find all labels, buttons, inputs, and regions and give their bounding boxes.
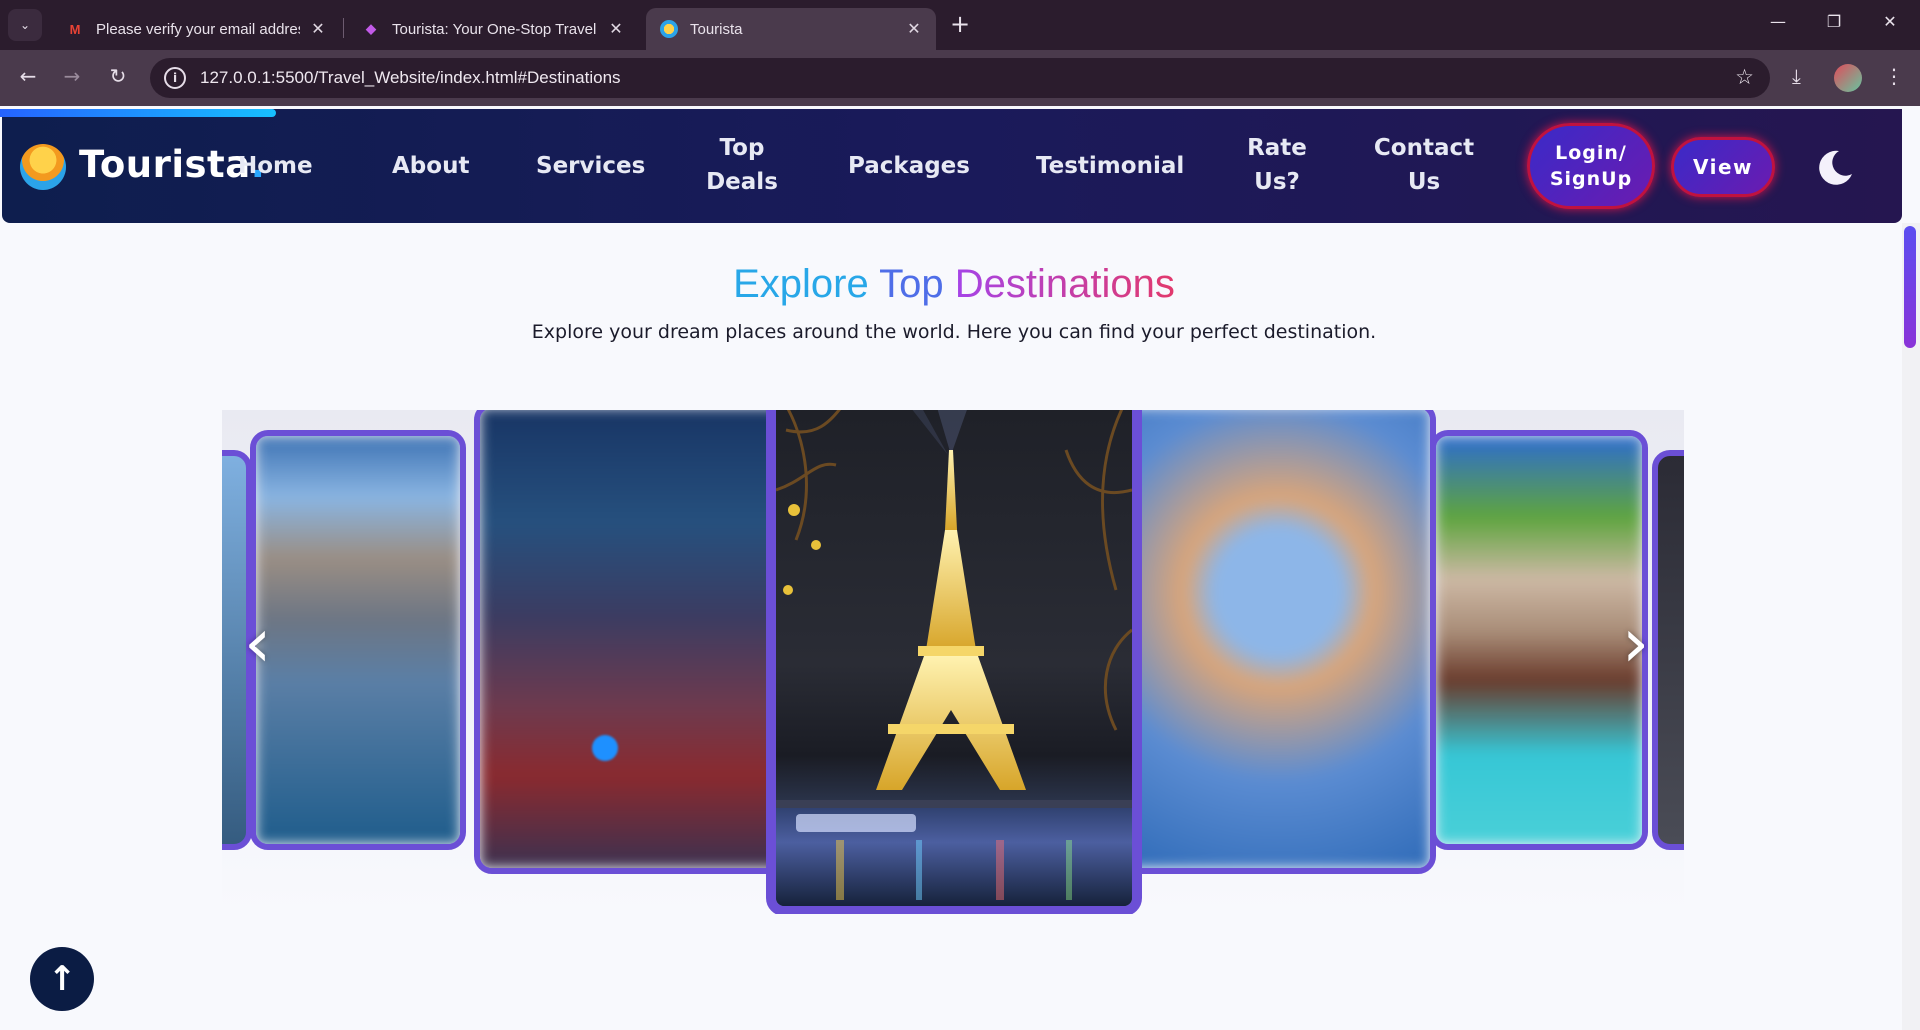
- scroll-progress-bar: [0, 109, 276, 117]
- brand-name: Tourista: [79, 143, 251, 186]
- nav-top-deals[interactable]: Top Deals: [702, 131, 782, 199]
- tab-tourista-solution[interactable]: ◆ Tourista: Your One-Stop Travel Solutio…: [348, 8, 638, 50]
- nav-rate-us[interactable]: Rate Us?: [1237, 131, 1317, 199]
- address-bar[interactable]: i 127.0.0.1:5500/Travel_Website/index.ht…: [150, 58, 1770, 98]
- slide-edge-right[interactable]: [1652, 450, 1684, 850]
- carousel-prev-arrow[interactable]: ‹: [244, 610, 271, 678]
- section-subtitle: Explore your dream places around the wor…: [531, 321, 1377, 343]
- scroll-to-top-button[interactable]: ↑: [30, 947, 94, 1011]
- browser-toolbar: ← → ↻ i 127.0.0.1:5500/Travel_Website/in…: [0, 50, 1920, 106]
- tourista-icon: ◆: [366, 21, 376, 36]
- tourista-icon: [660, 20, 678, 38]
- download-icon[interactable]: ⤓: [1792, 64, 1801, 88]
- browser-tabbar: ⌄ M Please verify your email address ✕ ◆…: [0, 0, 1920, 50]
- title-part-destinations: Destinations: [954, 262, 1175, 306]
- reload-icon[interactable]: ↻: [104, 64, 132, 88]
- slide-ferris-wheel[interactable]: [1120, 410, 1436, 874]
- eiffel-tower-image: [776, 410, 1132, 906]
- nav-packages[interactable]: Packages: [848, 149, 970, 183]
- title-part-top: Top: [879, 262, 944, 306]
- mountain-lake-image: [256, 436, 460, 844]
- gmail-icon: M: [69, 21, 81, 37]
- slide-mountain-lake[interactable]: [250, 430, 466, 850]
- slide-new-york[interactable]: [474, 410, 790, 874]
- carousel-next-arrow[interactable]: ›: [1622, 610, 1649, 678]
- tab-title: Please verify your email address: [96, 20, 300, 38]
- nav-contact-us[interactable]: Contact Us: [1372, 131, 1476, 199]
- nav-services[interactable]: Services: [536, 149, 645, 183]
- logo-icon: [20, 144, 66, 190]
- tab-title: Tourista: [690, 20, 743, 38]
- tab-separator: [343, 18, 344, 38]
- destinations-carousel: ‹ ›: [222, 410, 1684, 914]
- title-part-explore: Explore: [733, 262, 869, 306]
- window-close-icon[interactable]: ✕: [1870, 12, 1910, 31]
- tab-title: Tourista: Your One-Stop Travel Solution: [392, 20, 598, 38]
- close-icon[interactable]: ✕: [904, 19, 924, 39]
- tab-tourista[interactable]: Tourista ✕: [646, 8, 936, 50]
- forward-icon[interactable]: →: [58, 64, 86, 88]
- nav-home[interactable]: Home: [238, 149, 313, 183]
- new-york-image: [480, 410, 784, 868]
- url-text: 127.0.0.1:5500/Travel_Website/index.html…: [200, 68, 621, 87]
- bungalows-image: [1436, 436, 1642, 844]
- menu-icon[interactable]: ⋮: [1884, 64, 1904, 88]
- moon-icon[interactable]: [1815, 148, 1855, 188]
- cursor-dot: [592, 735, 618, 761]
- eiffel-tower-illustration: [776, 410, 1132, 906]
- view-button[interactable]: View: [1671, 137, 1775, 197]
- new-tab-button[interactable]: +: [950, 12, 970, 36]
- tab-list-button[interactable]: ⌄: [8, 9, 42, 41]
- back-icon[interactable]: ←: [14, 64, 42, 88]
- slide-overwater-bungalows[interactable]: [1430, 430, 1648, 850]
- chevron-down-icon: ⌄: [19, 18, 31, 32]
- ferris-wheel-image: [1126, 410, 1430, 868]
- site-info-icon[interactable]: i: [164, 67, 186, 89]
- minimize-icon[interactable]: —: [1758, 12, 1798, 31]
- slide-eiffel-tower[interactable]: [766, 410, 1142, 914]
- restore-icon[interactable]: ❐: [1814, 12, 1854, 31]
- close-icon[interactable]: ✕: [606, 19, 626, 39]
- bookmark-star-icon[interactable]: ☆: [1735, 65, 1754, 89]
- nav-about[interactable]: About: [392, 149, 469, 183]
- close-icon[interactable]: ✕: [308, 19, 328, 39]
- tab-gmail[interactable]: M Please verify your email address ✕: [52, 8, 340, 50]
- arrow-up-icon: ↑: [47, 959, 77, 999]
- login-signup-button[interactable]: Login/ SignUp: [1527, 123, 1655, 209]
- section-title: Explore Top Destinations: [0, 262, 1908, 307]
- nav-testimonial[interactable]: Testimonial: [1036, 149, 1184, 183]
- profile-avatar[interactable]: [1834, 64, 1862, 92]
